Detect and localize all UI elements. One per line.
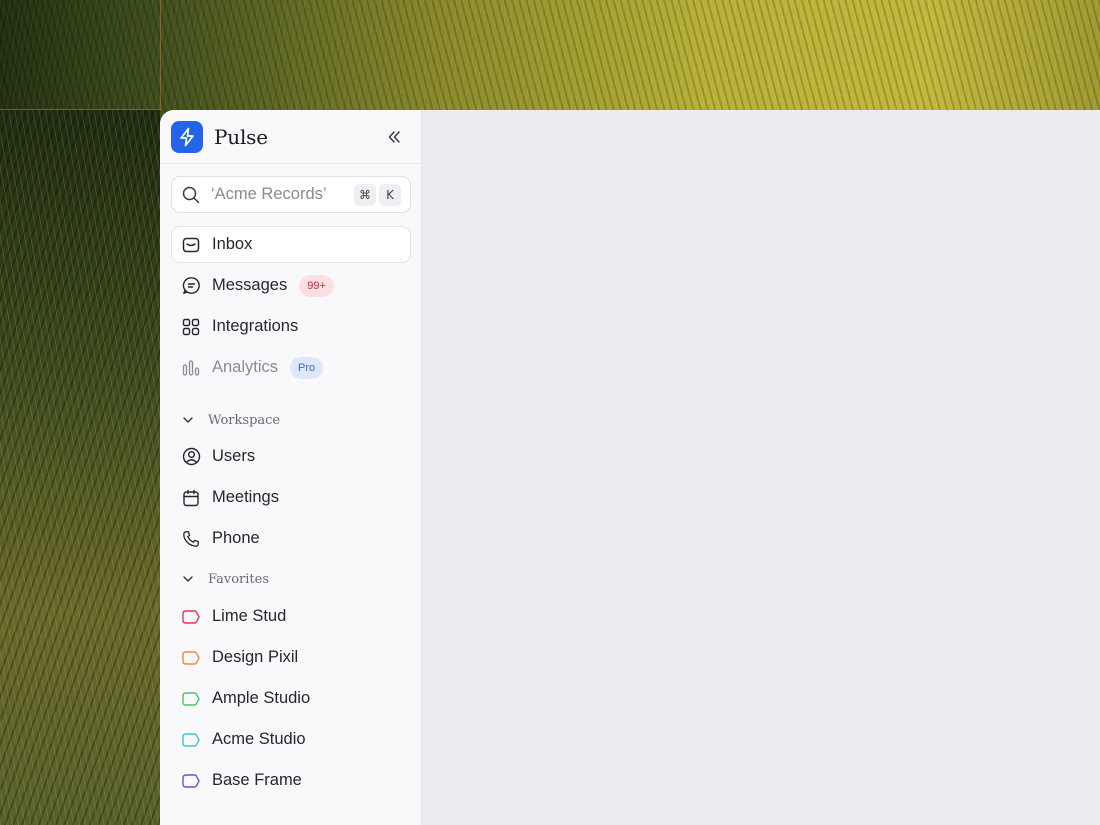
favorite-item-base-frame[interactable]: Base Frame: [171, 762, 411, 799]
shortcut-key-cmd: ⌘: [354, 183, 376, 206]
section-title-workspace: Workspace: [208, 412, 281, 428]
phone-icon: [181, 529, 201, 549]
nav-label-integrations: Integrations: [212, 317, 299, 335]
favorite-item-design-pixil[interactable]: Design Pixil: [171, 639, 411, 676]
sidebar-header: Pulse: [160, 110, 421, 164]
grass-background-left: [0, 110, 160, 825]
favorite-item-acme-studio[interactable]: Acme Studio: [171, 721, 411, 758]
search-placeholder: ‘Acme Records’: [211, 185, 327, 203]
pro-badge: Pro: [290, 356, 324, 379]
favorite-label: Acme Studio: [212, 730, 306, 748]
nav-label-inbox: Inbox: [212, 235, 253, 253]
messages-count-badge: 99+: [299, 274, 334, 297]
nav-label-messages: Messages: [212, 276, 288, 294]
nav-item-phone[interactable]: Phone: [171, 520, 411, 557]
favorite-label: Lime Stud: [212, 607, 287, 625]
nav-label-users: Users: [212, 447, 256, 465]
collapse-sidebar-button[interactable]: [380, 123, 408, 151]
main-content-area: [422, 110, 1100, 825]
grid-icon: [181, 317, 201, 337]
user-circle-icon: [181, 447, 201, 467]
chevron-down-icon: [183, 417, 193, 423]
section-toggle-favorites[interactable]: Favorites: [181, 569, 269, 589]
lightning-icon: [180, 127, 194, 146]
nav-label-analytics: Analytics: [212, 358, 279, 376]
section-title-favorites: Favorites: [208, 571, 270, 587]
nav-label-meetings: Meetings: [212, 488, 279, 506]
bar-chart-icon: [181, 358, 201, 378]
search-icon: [182, 186, 200, 203]
chevrons-left-icon: [388, 130, 400, 143]
tag-icon: [181, 607, 201, 627]
nav-item-analytics[interactable]: Analytics Pro: [171, 349, 411, 386]
nav-label-phone: Phone: [212, 529, 260, 547]
shortcut-key-k: K: [379, 183, 401, 206]
app-window: Pulse ‘Acme Records’ ⌘ K Inbox Messages …: [160, 110, 1100, 825]
chat-icon: [181, 276, 201, 296]
section-toggle-workspace[interactable]: Workspace: [181, 410, 280, 430]
tag-icon: [181, 648, 201, 668]
app-logo[interactable]: [171, 120, 203, 153]
tag-icon: [181, 689, 201, 709]
favorite-item-lime-stud[interactable]: Lime Stud: [171, 598, 411, 635]
inbox-icon: [181, 235, 201, 255]
chevron-down-icon: [183, 576, 193, 582]
tag-icon: [181, 771, 201, 791]
favorite-label: Ample Studio: [212, 689, 311, 707]
guide-line-vertical: [160, 0, 161, 110]
nav-item-meetings[interactable]: Meetings: [171, 479, 411, 516]
calendar-icon: [181, 488, 201, 508]
favorite-label: Base Frame: [212, 771, 302, 789]
nav-item-messages[interactable]: Messages 99+: [171, 267, 411, 304]
guide-line-horizontal: [0, 109, 162, 110]
tag-icon: [181, 730, 201, 750]
search-input[interactable]: ‘Acme Records’ ⌘ K: [171, 176, 411, 213]
favorite-item-ample-studio[interactable]: Ample Studio: [171, 680, 411, 717]
nav-item-integrations[interactable]: Integrations: [171, 308, 411, 345]
nav-item-users[interactable]: Users: [171, 438, 411, 475]
sidebar: Pulse ‘Acme Records’ ⌘ K Inbox Messages …: [160, 110, 422, 825]
nav-item-inbox[interactable]: Inbox: [171, 226, 411, 263]
app-name: Pulse: [214, 124, 268, 149]
favorite-label: Design Pixil: [212, 648, 299, 666]
